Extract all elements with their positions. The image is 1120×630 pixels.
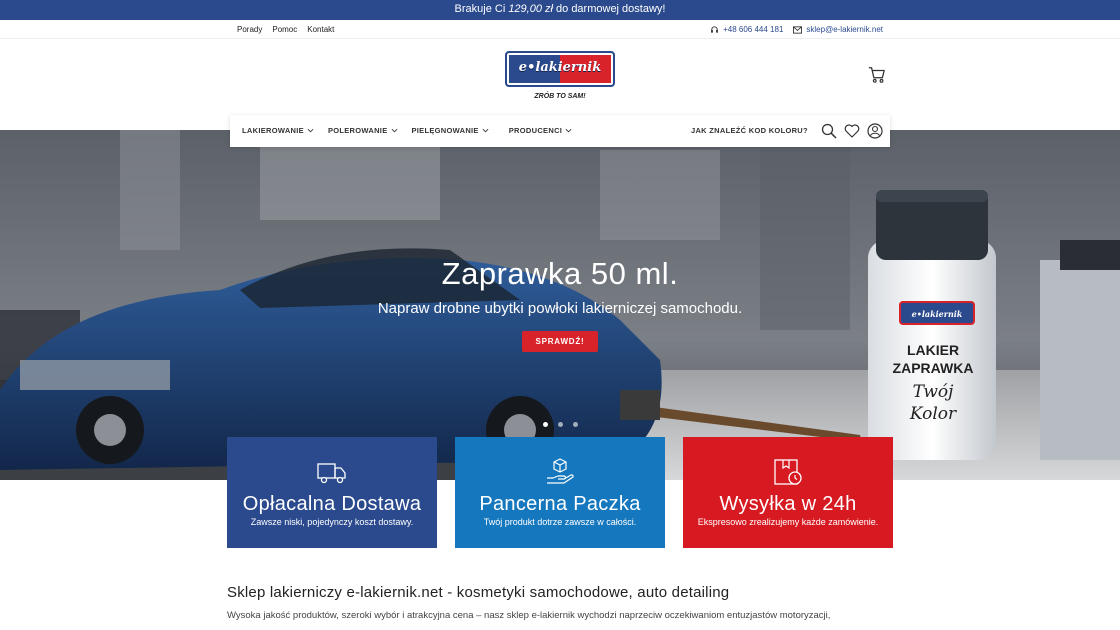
nav-item-pielegnowanie[interactable]: PIELĘGNOWANIE [412, 126, 489, 135]
main-navigation: LAKIEROWANIE POLEROWANIE PIELĘGNOWANIE P… [230, 115, 890, 147]
nav-label: PIELĘGNOWANIE [411, 126, 479, 135]
nav-icons [821, 123, 883, 139]
link-pomoc[interactable]: Pomoc [272, 25, 297, 34]
slider-dot-2[interactable] [558, 422, 563, 427]
promo-prefix: Brakuje Ci [454, 3, 509, 15]
logo-tagline: ZRÓB TO SAM! [534, 93, 586, 100]
nav-item-polerowanie[interactable]: POLEROWANIE [328, 126, 398, 135]
contact-info: +48 606 444 181 sklep@e-lakiernik.net [710, 25, 883, 34]
feature-subtitle: Ekspresowo zrealizujemy każde zamówienie… [697, 517, 879, 527]
chevron-down-icon [391, 128, 397, 133]
chevron-down-icon [482, 128, 489, 133]
cart-icon[interactable] [868, 66, 886, 84]
category-menu: LAKIEROWANIE POLEROWANIE PIELĘGNOWANIE P… [242, 126, 572, 135]
feature-subtitle: Zawsze niski, pojedynczy koszt dostawy. [250, 517, 414, 527]
product-label-line2: ZAPRAWKA [892, 360, 974, 376]
feature-title: Pancerna Paczka [479, 493, 641, 515]
promo-amount: 129,00 zł [508, 3, 553, 15]
about-text: Wysoka jakość produktów, szeroki wybór i… [227, 610, 831, 621]
chevron-down-icon [565, 128, 572, 133]
heart-icon[interactable] [844, 123, 860, 139]
email-link[interactable]: sklep@e-lakiernik.net [793, 25, 883, 34]
utility-links: Porady Pomoc Kontakt [237, 25, 334, 34]
feature-title: Wysyłka w 24h [719, 493, 857, 515]
product-label-script2: Kolor [909, 404, 957, 424]
nav-label: PRODUCENCI [508, 126, 563, 135]
feature-subtitle: Twój produkt dotrze zawsze w całości. [483, 517, 637, 527]
delivery-truck-icon [317, 463, 346, 484]
envelope-icon [793, 25, 803, 34]
slider-pagination [543, 422, 578, 427]
nav-label: POLEROWANIE [327, 126, 388, 135]
search-icon[interactable] [821, 123, 837, 139]
feature-delivery: Opłacalna Dostawa Zawsze niski, pojedync… [227, 437, 437, 548]
nav-item-lakierowanie[interactable]: LAKIEROWANIE [242, 126, 314, 135]
about-heading: Sklep lakierniczy e-lakiernik.net - kosm… [227, 584, 730, 601]
product-label-script1: Twój [912, 382, 954, 402]
user-account-icon[interactable] [867, 123, 883, 139]
feature-title: Opłacalna Dostawa [242, 493, 422, 515]
feature-shipping-24h: Wysyłka w 24h Ekspresowo zrealizujemy ka… [683, 437, 893, 548]
hero-slider[interactable]: e•lakiernik LAKIER ZAPRAWKA Twój Kolor Z… [0, 130, 1120, 480]
nav-label: LAKIEROWANIE [242, 126, 304, 135]
top-links-bar: Porady Pomoc Kontakt +48 606 444 181 skl… [0, 20, 1120, 39]
hero-subtitle: Napraw drobne ubytki powłoki lakiernicze… [377, 300, 743, 317]
slider-dot-1[interactable] [543, 422, 548, 427]
hero-title: Zaprawka 50 ml. [441, 256, 679, 291]
hero-cta-button[interactable]: SPRAWDŹ! [522, 331, 598, 352]
logo-wordmark: e•lakiernik [518, 60, 602, 75]
free-shipping-banner: Brakuje Ci 129,00 zł do darmowej dostawy… [0, 0, 1120, 20]
email-address: sklep@e-lakiernik.net [806, 25, 883, 34]
link-porady[interactable]: Porady [237, 25, 262, 34]
site-logo[interactable]: e•lakiernik ZRÓB TO SAM! [505, 51, 615, 103]
package-hand-icon [547, 458, 574, 484]
color-code-link[interactable]: JAK ZNALEŹĆ KOD KOLORU? [691, 126, 808, 135]
promo-suffix: do darmowej dostawy! [552, 3, 666, 15]
feature-package: Pancerna Paczka Twój produkt dotrze zaws… [455, 437, 665, 548]
headset-icon [711, 26, 719, 33]
chevron-down-icon [307, 128, 314, 133]
feature-boxes: Opłacalna Dostawa Zawsze niski, pojedync… [227, 437, 893, 548]
nav-item-producenci[interactable]: PRODUCENCI [509, 126, 572, 135]
link-kontakt[interactable]: Kontakt [307, 25, 334, 34]
slider-dot-3[interactable] [573, 422, 578, 427]
phone-number: +48 606 444 181 [723, 25, 784, 34]
shipping-clock-icon [774, 459, 802, 485]
product-label-line1: LAKIER [906, 342, 960, 358]
about-section: Sklep lakierniczy e-lakiernik.net - kosm… [227, 584, 893, 621]
phone-link[interactable]: +48 606 444 181 [710, 25, 783, 34]
